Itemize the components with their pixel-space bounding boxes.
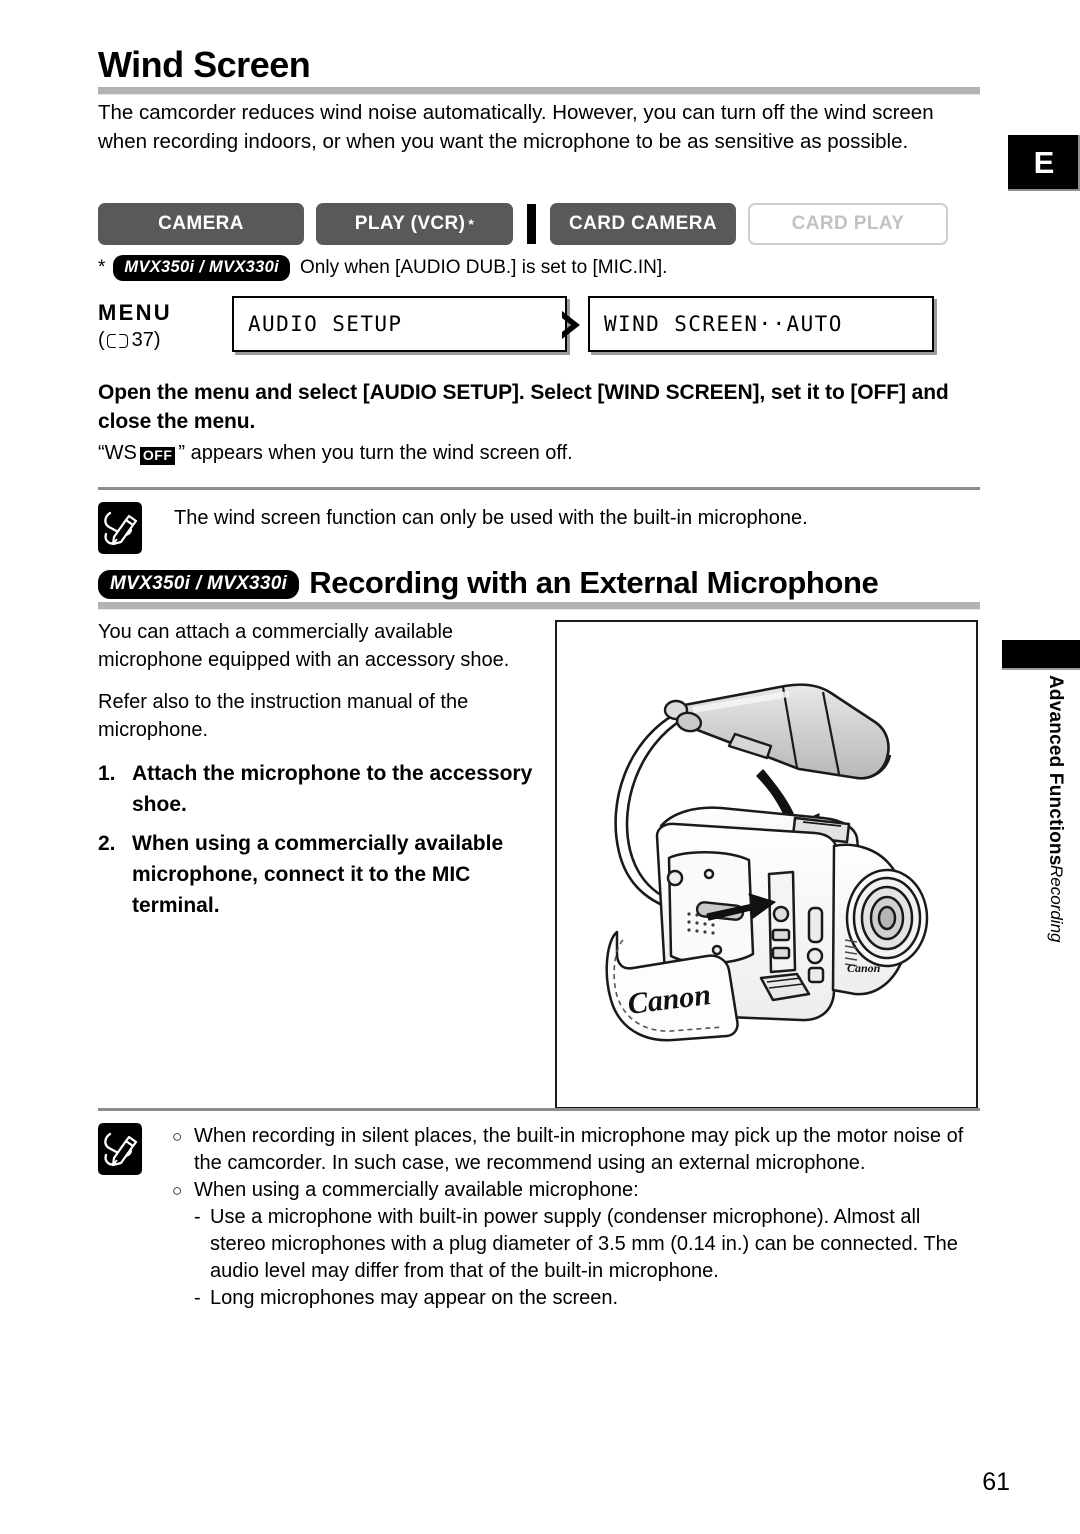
step-item-1: 1. Attach the microphone to the accessor… <box>98 758 548 820</box>
section-title-text: Recording with an External Microphone <box>309 565 879 600</box>
mode-availability-row: CAMERA PLAY (VCR) * CARD CAMERA CARD PLAY <box>98 203 948 245</box>
mode-badge-play-vcr: PLAY (VCR) * <box>316 203 513 245</box>
bullet-text-1: When recording in silent places, the bui… <box>194 1125 964 1174</box>
sub-mark-1: - <box>194 1206 201 1228</box>
section-tab-sub-label: Recording <box>1047 865 1066 943</box>
lcd-screen-audio-setup: AUDIO SETUP <box>232 296 567 352</box>
lcd-screen-audio-setup-text: AUDIO SETUP <box>248 312 403 336</box>
pencil-note-icon <box>98 502 142 554</box>
language-tab: E <box>1008 135 1080 191</box>
step-number-2: 2. <box>98 832 116 855</box>
ws-quote-rest: ” appears when you turn the wind screen … <box>178 442 573 464</box>
camcorder-illustration-svg: Canon Canon <box>605 683 929 1042</box>
step-item-2: 2. When using a commercially available m… <box>98 828 548 921</box>
note-block-wind-screen: The wind screen function can only be use… <box>98 502 980 554</box>
bullet-text-2: When using a commercially available micr… <box>194 1179 639 1201</box>
section-divider-upper <box>98 487 980 490</box>
menu-keyword: MENU <box>98 300 172 325</box>
sub-text-2: Long microphones may appear on the scree… <box>210 1287 619 1309</box>
pencil-note-icon-2 <box>98 1123 142 1175</box>
sub-mark-2: - <box>194 1287 201 1309</box>
section-title-external-microphone: MVX350i / MVX330i Recording with an Exte… <box>98 565 980 609</box>
section-tab-main-label: Advanced Functions <box>1045 675 1066 866</box>
paren-open: ( <box>98 329 105 351</box>
mode-badge-card-play: CARD PLAY <box>748 203 948 245</box>
instruction-sub-note: “WS OFF ” appears when you turn the wind… <box>98 440 982 467</box>
numbered-steps-list: 1. Attach the microphone to the accessor… <box>98 758 548 921</box>
bullet-mark-1: ○ <box>172 1127 183 1146</box>
mode-badge-camera-label: CAMERA <box>158 213 244 234</box>
page-title-text: Wind Screen <box>98 44 311 85</box>
book-icon <box>106 333 128 349</box>
external-mic-body-column: You can attach a commercially available … <box>98 618 548 929</box>
camcorder-microphone-illustration: Canon Canon <box>555 620 978 1109</box>
mode-badge-card-camera-label: CARD CAMERA <box>569 213 717 234</box>
note-block-external-mic: ○ When recording in silent places, the b… <box>98 1123 980 1312</box>
model-badge-heading: MVX350i / MVX330i <box>98 569 300 599</box>
mode-badge-camera: CAMERA <box>98 203 304 245</box>
title-underline <box>98 87 980 94</box>
body-paragraph-2: Refer also to the instruction manual of … <box>98 691 469 741</box>
section-divider-lower <box>98 1108 980 1111</box>
sub-text-1: Use a microphone with built-in power sup… <box>210 1206 958 1282</box>
mode-badge-card-play-label: CARD PLAY <box>791 213 905 234</box>
note-bullet-1: ○ When recording in silent places, the b… <box>172 1123 980 1177</box>
mode-group-divider <box>527 204 536 244</box>
page-title-wind-screen: Wind Screen <box>98 44 980 94</box>
lcd-screen-wind-screen: WIND SCREEN··AUTO <box>588 296 934 352</box>
menu-reference-page: 37 <box>131 329 154 351</box>
page-number: 61 <box>982 1468 1010 1496</box>
note-sub-item-1: - Use a microphone with built-in power s… <box>194 1204 980 1285</box>
footnote-text: Only when [AUDIO DUB.] is set to [MIC.IN… <box>300 257 668 278</box>
ws-quote-open: “WS <box>98 442 137 464</box>
intro-paragraph: The camcorder reduces wind noise automat… <box>98 101 934 153</box>
bullet-mark-2: ○ <box>172 1181 183 1200</box>
section-tab-vertical-text: Advanced Functions Recording <box>1044 675 1066 955</box>
mode-badge-play-vcr-label: PLAY (VCR) <box>354 213 466 234</box>
footnote-row: * MVX350i / MVX330i Only when [AUDIO DUB… <box>98 255 978 281</box>
note-text-wind-screen: The wind screen function can only be use… <box>174 507 808 529</box>
section-title-underline <box>98 602 980 609</box>
instruction-bold-text: Open the menu and select [AUDIO SETUP]. … <box>98 381 949 433</box>
model-badge-footnote: MVX350i / MVX330i <box>113 255 290 281</box>
note-sub-list: - Use a microphone with built-in power s… <box>194 1204 980 1312</box>
step-number-1: 1. <box>98 762 116 785</box>
lcd-screen-wind-screen-text: WIND SCREEN··AUTO <box>604 312 843 336</box>
language-tab-label: E <box>1033 145 1055 180</box>
note-text-external-mic: ○ When recording in silent places, the b… <box>172 1123 980 1312</box>
note-bullet-2: ○ When using a commercially available mi… <box>172 1177 980 1204</box>
canon-logo-body: Canon <box>847 961 881 975</box>
menu-label-group: MENU ( 37 ) <box>98 300 218 352</box>
mode-badge-card-camera: CARD CAMERA <box>550 203 736 245</box>
footnote-star: * <box>98 257 106 278</box>
menu-page-reference: ( 37 ) <box>98 329 218 352</box>
paren-close: ) <box>153 329 161 351</box>
body-paragraph-1: You can attach a commercially available … <box>98 621 510 671</box>
step-text-1: Attach the microphone to the accessory s… <box>132 762 533 816</box>
step-text-2: When using a commercially available micr… <box>132 832 504 917</box>
off-indicator-badge: OFF <box>139 447 176 465</box>
note-sub-item-2: - Long microphones may appear on the scr… <box>194 1285 980 1312</box>
section-tab-marker <box>1002 640 1080 668</box>
